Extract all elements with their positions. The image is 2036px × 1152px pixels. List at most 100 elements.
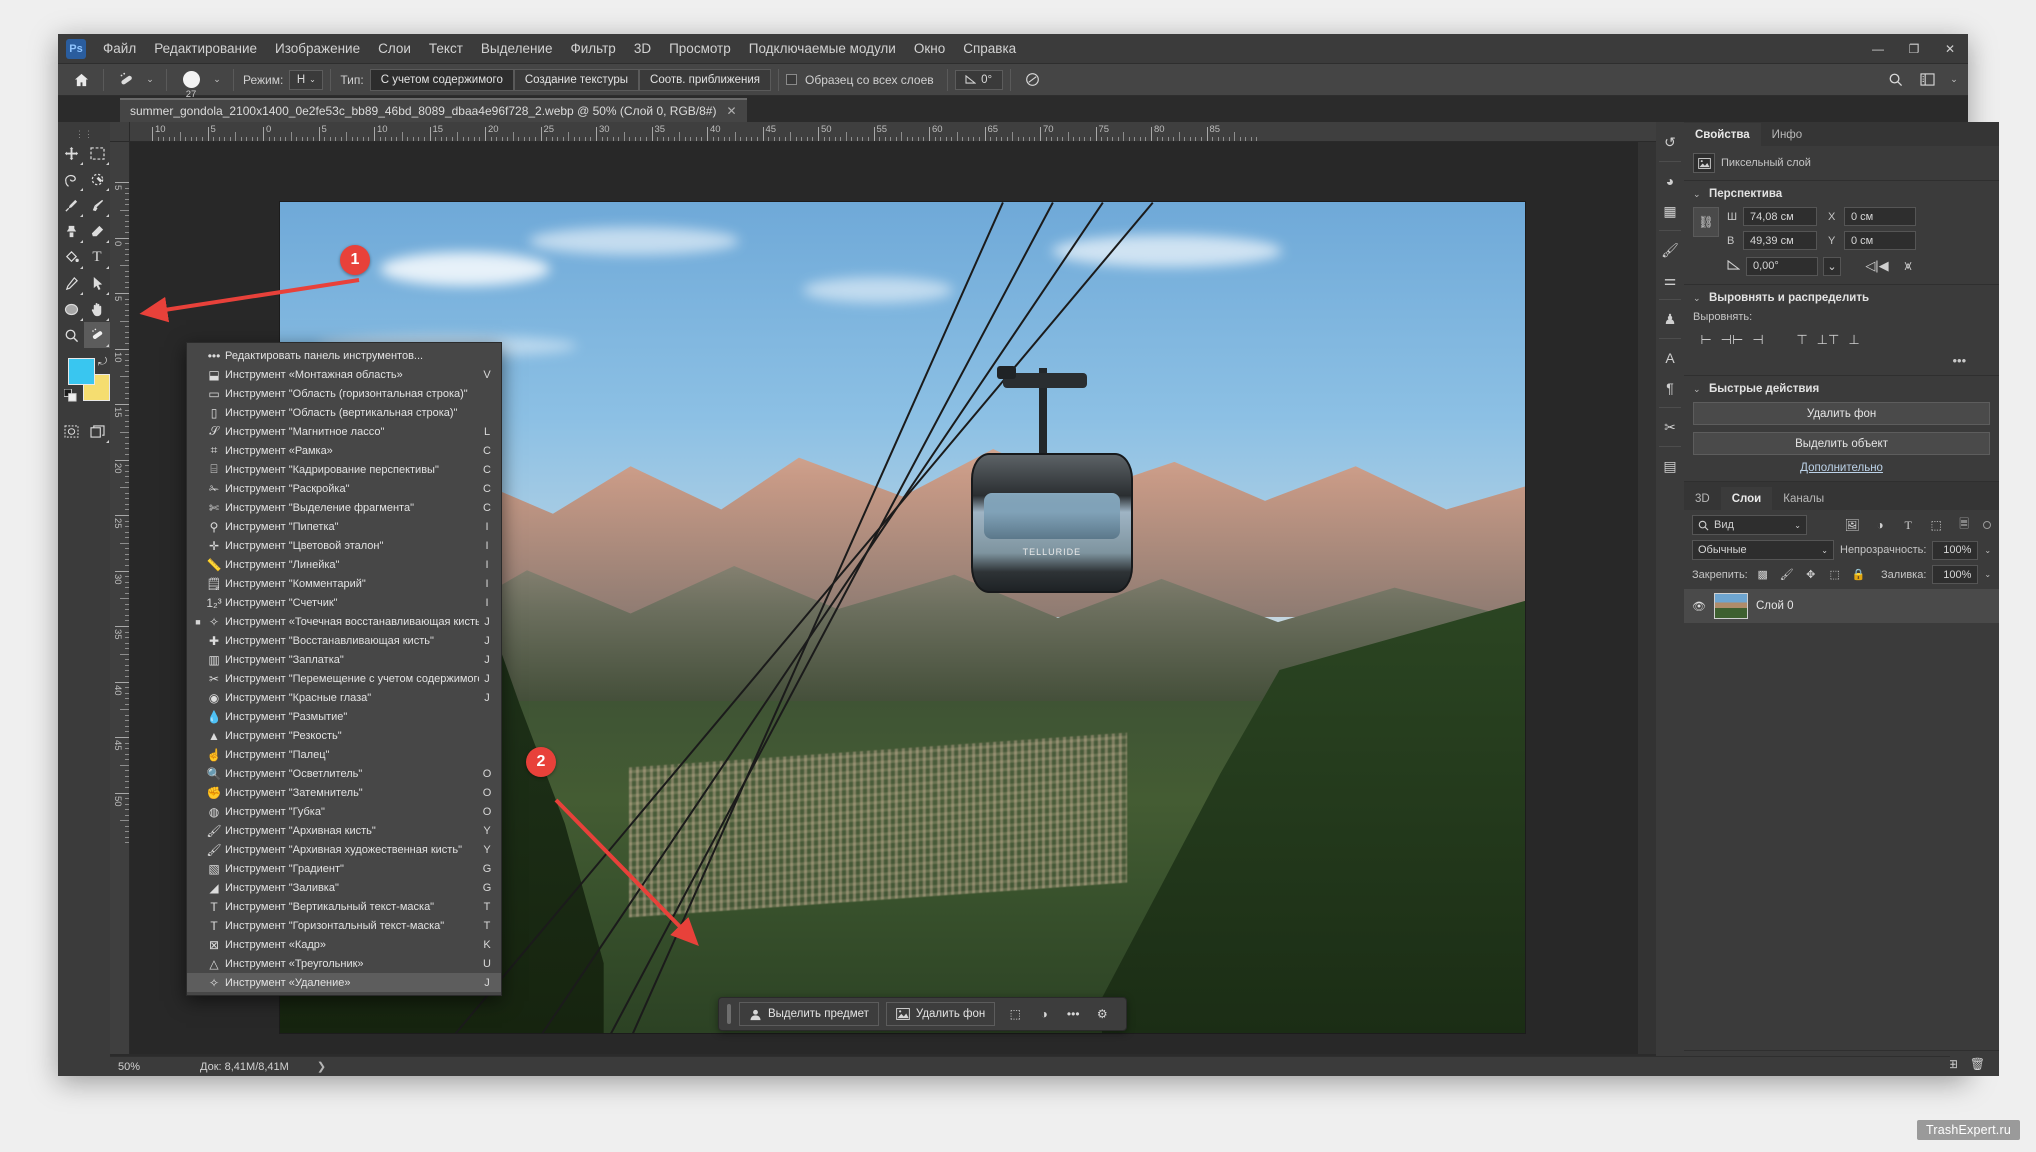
tool-menu-item[interactable]: ⊠ Инструмент «Кадр» K <box>187 935 501 954</box>
workspace-icon[interactable] <box>1912 67 1942 93</box>
layer-filter-select[interactable]: Вид ⌄ <box>1692 515 1807 535</box>
tool-menu-item[interactable]: ✚ Инструмент "Восстанавливающая кисть" J <box>187 631 501 650</box>
flip-vertical-icon[interactable]: ⩙ <box>1895 255 1921 277</box>
tool-menu-item[interactable]: ▧ Инструмент "Градиент" G <box>187 859 501 878</box>
tool-menu-item[interactable]: T Инструмент "Вертикальный текст-маска" T <box>187 897 501 916</box>
chevron-down-icon[interactable]: ⌄ <box>1693 384 1703 395</box>
zoom-tool[interactable] <box>58 322 84 348</box>
tool-menu-item[interactable]: T Инструмент "Горизонтальный текст-маска"… <box>187 916 501 935</box>
chevron-down-icon[interactable]: ⌄ <box>1693 293 1703 304</box>
actions-icon[interactable]: ✂ <box>1656 413 1684 441</box>
tool-menu-item[interactable]: 🔍 Инструмент "Осветлитель" O <box>187 764 501 783</box>
tool-menu-item[interactable]: 🗒 Инструмент "Комментарий" I <box>187 574 501 593</box>
tool-menu-item[interactable]: 🖌 Инструмент "Архивная кисть" Y <box>187 821 501 840</box>
tool-menu-item[interactable]: 🖌 Инструмент "Архивная художественная кис… <box>187 840 501 859</box>
canvas-vertical-scrollbar[interactable] <box>1638 142 1656 1054</box>
quick-selection-tool[interactable] <box>84 166 110 192</box>
tool-context-menu[interactable]: ••• Редактировать панель инструментов... ⬓… <box>186 342 502 996</box>
chevron-down-icon[interactable]: ⌄ <box>1693 189 1703 200</box>
drag-grip-icon[interactable] <box>727 1004 731 1024</box>
menu-item-3d[interactable]: 3D <box>625 37 660 60</box>
zoom-level[interactable]: 50% <box>110 1061 166 1073</box>
align-center-h-icon[interactable]: ⊣⊢ <box>1719 329 1745 351</box>
menu-item-filter[interactable]: Фильтр <box>561 37 624 60</box>
blend-mode-select[interactable]: Обычные ⌄ <box>1692 540 1834 560</box>
y-field[interactable]: 0 см <box>1844 231 1916 250</box>
link-icon[interactable]: ⛓ <box>1693 207 1719 237</box>
tool-menu-item[interactable]: ◉ Инструмент "Красные глаза" J <box>187 688 501 707</box>
paragraph-icon[interactable]: ¶ <box>1656 374 1684 402</box>
workspace-chevron-icon[interactable]: ⌄ <box>1944 67 1964 93</box>
lock-artboard-icon[interactable]: ⬚ <box>1826 566 1844 584</box>
tool-menu-item[interactable]: ⚲ Инструмент "Пипетка" I <box>187 517 501 536</box>
color-wheel-icon[interactable]: ◕ <box>1656 167 1684 195</box>
tool-menu-item[interactable]: ✁ Инструмент "Раскройка" C <box>187 479 501 498</box>
shape-filter-icon[interactable]: ⬚ <box>1925 515 1947 535</box>
tool-menu-item[interactable]: 📏 Инструмент "Линейка" I <box>187 555 501 574</box>
opacity-field[interactable]: 100% <box>1932 540 1979 560</box>
adjustments-icon[interactable]: ⚌ <box>1656 266 1684 294</box>
align-bottom-icon[interactable]: ⊥ <box>1841 329 1867 351</box>
quick-mask-icon[interactable] <box>58 418 84 444</box>
settings-icon[interactable]: ⚙ <box>1089 1002 1115 1026</box>
ruler-corner[interactable] <box>110 122 130 142</box>
align-right-icon[interactable]: ⊣ <box>1745 329 1771 351</box>
align-left-icon[interactable]: ⊢ <box>1693 329 1719 351</box>
flip-horizontal-icon[interactable]: ◁|◀ <box>1864 255 1890 277</box>
brush-panel-icon[interactable]: 🖌 <box>1656 236 1684 264</box>
status-expand-icon[interactable]: ❯ <box>289 1060 326 1073</box>
brush-preset-chevron-icon[interactable]: ⌄ <box>141 67 159 93</box>
tool-menu-item[interactable]: ▭ Инструмент "Область (горизонтальная стр… <box>187 384 501 403</box>
menu-item-image[interactable]: Изображение <box>266 37 369 60</box>
path-selection-tool[interactable] <box>84 270 110 296</box>
tool-menu-item[interactable]: ⬓ Инструмент «Монтажная область» V <box>187 365 501 384</box>
delete-layer-icon[interactable]: 🗑 <box>1970 1057 1985 1071</box>
tool-menu-item[interactable]: ▲ Инструмент "Резкость" <box>187 726 501 745</box>
lasso-tool[interactable] <box>58 166 84 192</box>
tool-menu-item[interactable]: 💧 Инструмент "Размытие" <box>187 707 501 726</box>
tool-menu-item[interactable]: ▥ Инструмент "Заплатка" J <box>187 650 501 669</box>
eye-icon[interactable]: 👁 <box>1692 600 1706 613</box>
type-tool[interactable]: T <box>84 244 110 270</box>
chevron-down-icon[interactable]: ⌄ <box>1984 546 1991 555</box>
tab-info[interactable]: Инфо <box>1761 123 1813 146</box>
search-icon[interactable] <box>1880 67 1910 93</box>
tools-panel-grip[interactable]: ⋮⋮ <box>58 128 110 140</box>
brush-size-preview[interactable]: 27 <box>174 67 208 100</box>
close-tab-icon[interactable]: ✕ <box>726 104 736 118</box>
lock-image-icon[interactable]: 🖌 <box>1778 566 1796 584</box>
type-create-texture-button[interactable]: Создание текстуры <box>513 68 640 91</box>
select-subject-button[interactable]: Выделить предмет <box>739 1002 879 1026</box>
paint-bucket-tool[interactable] <box>58 244 84 270</box>
tool-menu-item[interactable]: ◍ Инструмент "Губка" O <box>187 802 501 821</box>
tool-menu-item[interactable]: ••• Редактировать панель инструментов... <box>187 346 501 365</box>
tool-menu-item[interactable]: ⌸ Инструмент "Кадрирование перспективы" C <box>187 460 501 479</box>
menu-item-text[interactable]: Текст <box>420 37 472 60</box>
tab-channels[interactable]: Каналы <box>1772 487 1835 510</box>
default-colors-icon[interactable] <box>63 388 77 402</box>
move-tool[interactable] <box>58 140 84 166</box>
menu-item-select[interactable]: Выделение <box>472 37 562 60</box>
spot-healing-brush-icon[interactable] <box>111 67 141 93</box>
hand-tool[interactable] <box>84 296 110 322</box>
tool-menu-item[interactable]: 1₂³ Инструмент "Счетчик" I <box>187 593 501 612</box>
angle-chevron-icon[interactable]: ⌄ <box>1823 256 1841 276</box>
align-more-icon[interactable]: ••• <box>1693 353 1990 368</box>
close-button[interactable]: ✕ <box>1932 34 1968 64</box>
marquee-tool[interactable] <box>84 140 110 166</box>
minimize-button[interactable]: — <box>1860 34 1896 64</box>
eraser-tool[interactable] <box>84 218 110 244</box>
pixel-filter-icon[interactable]: 🖼 <box>1841 515 1863 535</box>
remove-background-button[interactable]: Удалить фон <box>885 1002 996 1026</box>
glyphs-icon[interactable]: A <box>1656 344 1684 372</box>
clone-stamp-tool[interactable] <box>58 218 84 244</box>
ellipsis-icon[interactable]: ••• <box>1060 1002 1086 1026</box>
tool-menu-item[interactable]: ☝ Инструмент "Палец" <box>187 745 501 764</box>
more-options-link[interactable]: Дополнительно <box>1693 462 1990 474</box>
align-middle-v-icon[interactable]: ⊥⊤ <box>1815 329 1841 351</box>
menu-item-edit[interactable]: Редактирование <box>145 37 266 60</box>
brush-options-chevron-icon[interactable]: ⌄ <box>208 67 226 93</box>
tool-menu-item[interactable]: ◢ Инструмент "Заливка" G <box>187 878 501 897</box>
tool-menu-item[interactable]: △ Инструмент «Треугольник» U <box>187 954 501 973</box>
menu-item-help[interactable]: Справка <box>954 37 1025 60</box>
